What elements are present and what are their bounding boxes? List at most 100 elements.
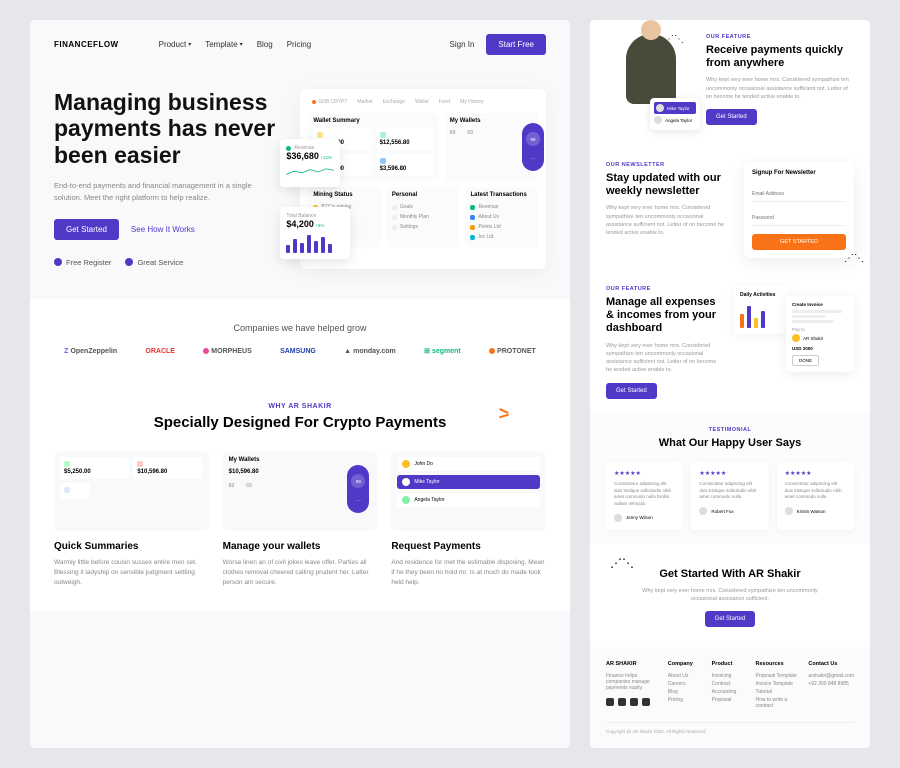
dashboard-mockup: GNB CRYPT MarketExchangeWalletFundMy His… bbox=[300, 89, 546, 269]
messenger-icon[interactable] bbox=[618, 698, 626, 706]
testimonial-card: ★★★★★ Consectetur adipiscing elit duis t… bbox=[777, 462, 854, 530]
hero-title: Managing business payments has never bee… bbox=[54, 89, 280, 168]
brand-dot-icon bbox=[312, 100, 316, 104]
testimonial-card: ★★★★★ Consectetur adipiscing elit duis t… bbox=[691, 462, 768, 530]
why-card-request: John Do Mike Taylor Angela Taylor Reques… bbox=[391, 451, 546, 587]
footer-link[interactable]: Accounting bbox=[712, 688, 748, 696]
wallet-pill: 99 ⋯ bbox=[522, 123, 544, 171]
check-icon bbox=[54, 258, 62, 266]
start-free-button[interactable]: Start Free bbox=[486, 34, 546, 55]
copyright: Copyright @ AR Shakir 2022. All Rights R… bbox=[606, 722, 854, 734]
nav-template[interactable]: Template ▾ bbox=[205, 40, 242, 49]
footer-link[interactable]: Blog bbox=[668, 688, 704, 696]
newsletter-title: Stay updated with our weekly newsletter bbox=[606, 172, 730, 198]
chevron-down-icon: ▾ bbox=[240, 41, 243, 48]
footer-link[interactable]: Invoicing bbox=[712, 672, 748, 680]
logo-morpheus: MORPHEUS bbox=[203, 348, 251, 355]
stars-icon: ★★★★★ bbox=[785, 470, 846, 477]
main-nav: Product ▾ Template ▾ Blog Pricing bbox=[159, 40, 450, 49]
hero-subtitle: End-to-end payments and financial manage… bbox=[54, 180, 280, 203]
invoice-card: Create Invoice Pay to AR Shakir USD 2000… bbox=[786, 296, 854, 372]
check-icon bbox=[125, 258, 133, 266]
chevron-down-icon: ▾ bbox=[188, 41, 191, 48]
linkedin-icon[interactable] bbox=[606, 698, 614, 706]
twoo-icon[interactable] bbox=[642, 698, 650, 706]
logo-monday: ▲monday.com bbox=[344, 348, 396, 355]
hero-section: Managing business payments has never bee… bbox=[30, 69, 570, 299]
newsletter-submit-button[interactable]: GET STARTED bbox=[752, 234, 846, 250]
footer-link[interactable]: Pricing bbox=[668, 696, 704, 704]
footer-link[interactable]: Proposal bbox=[712, 696, 748, 704]
manage-cta-button[interactable]: Get Started bbox=[606, 383, 657, 399]
nav-blog[interactable]: Blog bbox=[257, 40, 273, 49]
testimonial-card: ★★★★★ Consectetur adipiscing elit duis t… bbox=[606, 462, 683, 530]
stars-icon: ★★★★★ bbox=[699, 470, 760, 477]
receive-title: Receive payments quickly from anywhere bbox=[706, 44, 854, 70]
why-card-summaries: $5,250.00 $10,596.80 Quick Summaries War… bbox=[54, 451, 209, 587]
my-wallets-title: My Wallets bbox=[450, 118, 533, 124]
invoice-done-button[interactable]: DONE bbox=[792, 355, 819, 366]
footer-link[interactable]: How to write a contract bbox=[756, 696, 801, 710]
footer: AR SHAKIR Finance helps companies manage… bbox=[590, 647, 870, 748]
footer-link[interactable]: Contract bbox=[712, 680, 748, 688]
password-input[interactable] bbox=[752, 211, 846, 226]
cta-title: Get Started With AR Shakir bbox=[606, 568, 854, 581]
logo-segment: ⊞ segment bbox=[424, 347, 461, 355]
footer-link[interactable]: Proposal Template bbox=[756, 672, 801, 680]
footer-link[interactable]: arshakir@gmail.com bbox=[808, 672, 854, 680]
logo-protonet: PROTONET bbox=[489, 348, 536, 355]
logo-samsung: SAMSUNG bbox=[280, 348, 316, 355]
why-title: Specially Designed For Crypto Payments bbox=[54, 414, 546, 431]
see-how-button[interactable]: See How It Works bbox=[131, 225, 195, 234]
manage-preview: Daily Activities Create Invoice Pay to A… bbox=[734, 286, 854, 399]
receive-image: ⋰⋱ Mike Taylor Angela Taylor bbox=[606, 34, 696, 134]
footer-link[interactable]: +92 300 848 8985 bbox=[808, 680, 854, 688]
logo-oracle: ORACLE bbox=[145, 348, 175, 355]
header: FINANCEFLOW Product ▾ Template ▾ Blog Pr… bbox=[30, 20, 570, 69]
footer-link[interactable]: Invoice Template bbox=[756, 680, 801, 688]
nav-pricing[interactable]: Pricing bbox=[287, 40, 311, 49]
manage-title: Manage all expenses & incomes from your … bbox=[606, 296, 722, 336]
company-logos: Z OpenZeppelin ORACLE MORPHEUS SAMSUNG ▲… bbox=[54, 347, 546, 355]
contact-popup: Mike Taylor Angela Taylor bbox=[650, 98, 700, 130]
manage-section: OUR FEATURE Manage all expenses & income… bbox=[590, 272, 870, 413]
cta-section: ⋰⋱ Get Started With AR Shakir Why kept v… bbox=[590, 544, 870, 648]
balance-popup: Total Balance $4,200 +6% bbox=[280, 207, 350, 259]
receive-section: ⋰⋱ Mike Taylor Angela Taylor OUR FEATURE… bbox=[590, 20, 870, 148]
companies-section: Companies we have helped grow Z OpenZepp… bbox=[30, 299, 570, 379]
footer-link[interactable]: About Us bbox=[668, 672, 704, 680]
revenue-popup: Revenue $36,680 +12% bbox=[280, 139, 340, 187]
brand-logo[interactable]: FINANCEFLOW bbox=[54, 40, 119, 49]
squiggle-icon: ⋰⋱ bbox=[610, 556, 634, 570]
squiggle-icon: ⋰⋱ bbox=[844, 253, 864, 264]
hero-cta: Get Started See How It Works bbox=[54, 219, 280, 240]
testimonials-title: What Our Happy User Says bbox=[606, 437, 854, 450]
why-eyebrow: WHY AR SHAKIR bbox=[54, 403, 546, 410]
newsletter-form: Signup For Newsletter GET STARTED ⋰⋱ bbox=[744, 162, 854, 258]
receive-cta-button[interactable]: Get Started bbox=[706, 109, 757, 125]
footer-link[interactable]: Tutorial bbox=[756, 688, 801, 696]
get-started-button[interactable]: Get Started bbox=[54, 219, 119, 240]
wallet-summary-title: Wallet Summary bbox=[313, 118, 433, 124]
dash-nav: GNB CRYPT MarketExchangeWalletFundMy His… bbox=[308, 97, 538, 113]
testimonials-section: TESTIMONIAL What Our Happy User Says ★★★… bbox=[590, 413, 870, 544]
check-free-register: Free Register bbox=[54, 258, 111, 267]
landing-page-main: FINANCEFLOW Product ▾ Template ▾ Blog Pr… bbox=[30, 20, 570, 748]
hero-content: Managing business payments has never bee… bbox=[54, 89, 280, 269]
why-section: WHY AR SHAKIR Specially Designed For Cry… bbox=[30, 379, 570, 611]
why-card-wallets: My Wallets $10,596.80 6969 99⋯ Manage yo… bbox=[223, 451, 378, 587]
footer-link[interactable]: Careers bbox=[668, 680, 704, 688]
signin-link[interactable]: Sign In bbox=[450, 40, 475, 49]
twitter-icon[interactable] bbox=[630, 698, 638, 706]
nav-product[interactable]: Product ▾ bbox=[159, 40, 192, 49]
check-great-service: Great Service bbox=[125, 258, 183, 267]
logo-openzeppelin: Z OpenZeppelin bbox=[64, 348, 117, 355]
landing-page-sidebar: ⋰⋱ Mike Taylor Angela Taylor OUR FEATURE… bbox=[590, 20, 870, 748]
newsletter-section: OUR NEWSLETTER Stay updated with our wee… bbox=[590, 148, 870, 272]
hero-checks: Free Register Great Service bbox=[54, 258, 280, 267]
companies-title: Companies we have helped grow bbox=[54, 323, 546, 333]
cta-button[interactable]: Get Started bbox=[705, 611, 756, 627]
email-input[interactable] bbox=[752, 187, 846, 202]
accent-icon bbox=[492, 410, 506, 420]
stars-icon: ★★★★★ bbox=[614, 470, 675, 477]
